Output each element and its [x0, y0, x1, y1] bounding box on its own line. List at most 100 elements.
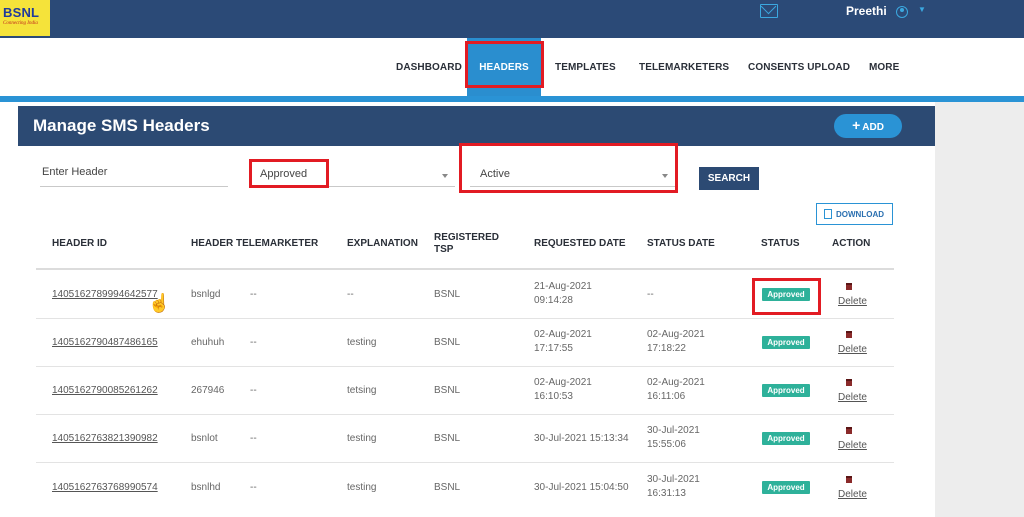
- header-id-link[interactable]: 1405162789994642577: [52, 288, 158, 302]
- bsnl-logo[interactable]: BSNL Connecting India: [0, 0, 50, 36]
- requested-date-cell: 02-Aug-2021: [534, 377, 592, 388]
- search-button[interactable]: SEARCH: [699, 167, 759, 190]
- column-status: STATUS: [761, 238, 800, 249]
- column-registered-tsp: REGISTERED TSP: [434, 232, 500, 255]
- status-date-cell: --: [647, 289, 654, 300]
- nav-more[interactable]: MORE: [869, 62, 899, 73]
- plus-icon: +: [852, 117, 861, 133]
- add-button[interactable]: + ADD: [834, 114, 902, 138]
- column-action: ACTION: [832, 238, 871, 249]
- nav-consents-upload[interactable]: CONSENTS UPLOAD: [748, 62, 850, 73]
- header-cell: ehuhuh: [191, 337, 225, 348]
- trash-icon[interactable]: [846, 283, 852, 290]
- chevron-down-icon[interactable]: [442, 174, 448, 178]
- column-header-id: HEADER ID: [52, 238, 108, 249]
- header-id-link[interactable]: 1405162763768990574: [52, 481, 158, 495]
- requested-time-cell: 16:10:53: [534, 391, 573, 402]
- hand-cursor-icon: ☝: [148, 293, 171, 313]
- requested-date-cell: 02-Aug-2021: [534, 329, 592, 340]
- header-id-link[interactable]: 1405162790487486165: [52, 336, 158, 350]
- top-bar: BSNL Connecting India Preethi ▼: [0, 0, 1024, 38]
- column-status-date: STATUS DATE: [647, 238, 715, 249]
- delete-link[interactable]: Delete: [838, 392, 867, 403]
- explanation-cell: --: [347, 289, 354, 300]
- delete-link[interactable]: Delete: [838, 344, 867, 355]
- download-button[interactable]: DOWNLOAD: [816, 203, 893, 225]
- page-title: Manage SMS Headers: [33, 116, 210, 135]
- document-icon: [824, 209, 832, 219]
- status-badge: Approved: [762, 336, 810, 349]
- status-date-cell: 30-Jul-2021: [647, 474, 700, 485]
- add-button-label: ADD: [862, 122, 884, 133]
- row-divider: [36, 414, 894, 415]
- status-time-cell: 17:18:22: [647, 343, 686, 354]
- delete-link[interactable]: Delete: [838, 296, 867, 307]
- table-header-divider: [36, 268, 894, 270]
- tsp-cell: BSNL: [434, 385, 461, 396]
- chevron-down-icon[interactable]: [662, 174, 668, 178]
- status-select[interactable]: [250, 186, 455, 187]
- nav-telemarketers[interactable]: TELEMARKETERS: [639, 62, 729, 73]
- status-date-cell: 02-Aug-2021: [647, 329, 705, 340]
- column-requested-date: REQUESTED DATE: [534, 238, 626, 249]
- header-cell: 267946: [191, 385, 225, 396]
- nav-underline: [0, 96, 1024, 102]
- status-time-cell: 16:31:13: [647, 488, 686, 499]
- explanation-cell: tetsing: [347, 385, 377, 396]
- state-select-value[interactable]: Active: [480, 168, 510, 180]
- row-divider: [36, 318, 894, 319]
- trash-icon[interactable]: [846, 331, 852, 338]
- explanation-cell: testing: [347, 337, 377, 348]
- status-time-cell: 16:11:06: [647, 391, 686, 402]
- telemarketer-cell: --: [250, 289, 257, 300]
- panel-header: Manage SMS Headers: [18, 106, 935, 146]
- mail-icon[interactable]: [760, 4, 778, 18]
- status-select-value[interactable]: Approved: [260, 168, 307, 180]
- header-filter-placeholder: Enter Header: [42, 166, 108, 178]
- header-cell: bsnlgd: [191, 289, 221, 300]
- nav-dashboard[interactable]: DASHBOARD: [396, 62, 462, 73]
- telemarketer-cell: --: [250, 433, 257, 444]
- header-id-link[interactable]: 1405162790085261262: [52, 384, 158, 398]
- row-divider: [36, 366, 894, 367]
- requested-date-cell: 30-Jul-2021 15:04:50: [534, 482, 629, 493]
- explanation-cell: testing: [347, 482, 377, 493]
- trash-icon[interactable]: [846, 427, 852, 434]
- status-badge: Approved: [762, 384, 810, 397]
- nav-headers[interactable]: HEADERS: [467, 38, 541, 96]
- header-filter-input[interactable]: [40, 186, 228, 187]
- row-divider: [36, 462, 894, 463]
- delete-link[interactable]: Delete: [838, 440, 867, 451]
- download-button-label: DOWNLOAD: [836, 210, 884, 219]
- telemarketer-cell: --: [250, 385, 257, 396]
- tsp-cell: BSNL: [434, 482, 461, 493]
- status-date-cell: 30-Jul-2021: [647, 425, 700, 436]
- header-id-link[interactable]: 1405162763821390982: [52, 432, 158, 446]
- requested-time-cell: 09:14:28: [534, 295, 573, 306]
- explanation-cell: testing: [347, 433, 377, 444]
- trash-icon[interactable]: [846, 476, 852, 483]
- tsp-cell: BSNL: [434, 337, 461, 348]
- requested-time-cell: 17:17:55: [534, 343, 573, 354]
- tsp-cell: BSNL: [434, 289, 461, 300]
- telemarketer-cell: --: [250, 337, 257, 348]
- trash-icon[interactable]: [846, 379, 852, 386]
- delete-link[interactable]: Delete: [838, 489, 867, 500]
- column-explanation: EXPLANATION: [347, 238, 418, 249]
- user-circle-icon[interactable]: [896, 6, 908, 18]
- tsp-cell: BSNL: [434, 433, 461, 444]
- nav-templates[interactable]: TEMPLATES: [555, 62, 616, 73]
- header-cell: bsnlhd: [191, 482, 221, 493]
- requested-date-cell: 21-Aug-2021: [534, 281, 592, 292]
- status-date-cell: 02-Aug-2021: [647, 377, 705, 388]
- status-badge: Approved: [762, 288, 810, 301]
- side-background: [935, 102, 1024, 517]
- user-name[interactable]: Preethi: [846, 4, 887, 18]
- column-header: HEADER: [191, 238, 234, 249]
- chevron-down-icon[interactable]: ▼: [918, 5, 926, 14]
- header-cell: bsnlot: [191, 433, 218, 444]
- column-telemarketer: TELEMARKETER: [236, 238, 319, 249]
- state-select[interactable]: [470, 186, 675, 187]
- status-badge: Approved: [762, 432, 810, 445]
- brand-name: BSNL: [3, 5, 40, 20]
